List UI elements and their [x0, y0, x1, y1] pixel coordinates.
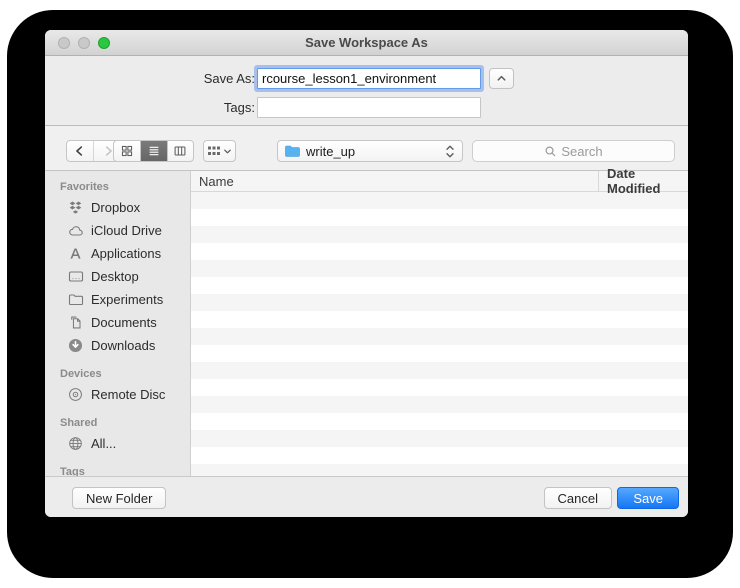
list-body — [191, 192, 688, 476]
folder-select[interactable]: write_up — [277, 140, 463, 162]
expand-dialog-button[interactable] — [489, 68, 514, 89]
screenshot-stage: Save Workspace As Save As: Tags: — [0, 0, 740, 588]
zoom-button[interactable] — [98, 36, 110, 49]
list-view-icon — [147, 144, 161, 158]
globe-icon — [67, 435, 84, 452]
column-view-icon — [173, 144, 187, 158]
tags-label: Tags: — [223, 100, 255, 115]
form-area: Save As: Tags: — [45, 56, 688, 125]
view-switcher — [113, 140, 194, 162]
save-button[interactable]: Save — [617, 487, 679, 509]
sidebar-item-label: Applications — [91, 246, 162, 261]
sidebar-item-label: Experiments — [91, 292, 164, 307]
group-view-icon — [207, 145, 221, 157]
sidebar-section-shared: Shared — [60, 417, 98, 429]
sidebar-item-label: iCloud Drive — [91, 223, 162, 238]
search-icon — [544, 145, 557, 158]
window-title: Save Workspace As — [305, 35, 428, 50]
close-button[interactable] — [58, 36, 70, 49]
back-button[interactable] — [67, 141, 94, 161]
footer-bar: New Folder Cancel Save — [45, 476, 688, 517]
sidebar-item-all[interactable]: All... — [45, 432, 190, 455]
save-as-label: Save As: — [203, 71, 255, 86]
chevron-up-icon — [495, 72, 508, 85]
content: Favorites Dropbox iCloud Drive Applicati… — [45, 166, 688, 476]
new-folder-button[interactable]: New Folder — [72, 487, 167, 509]
title-bar[interactable]: Save Workspace As — [45, 30, 688, 56]
cancel-button[interactable]: Cancel — [543, 487, 612, 509]
file-list: Name Date Modified — [191, 166, 688, 476]
sidebar-section-devices: Devices — [60, 368, 102, 380]
sidebar-item-desktop[interactable]: Desktop — [45, 265, 190, 288]
sidebar-section-favorites: Favorites — [60, 181, 109, 193]
dropbox-icon — [67, 199, 84, 216]
sidebar-item-documents[interactable]: Documents — [45, 311, 190, 334]
sidebar-item-label: Remote Disc — [91, 387, 166, 402]
sidebar: Favorites Dropbox iCloud Drive Applicati… — [45, 171, 191, 476]
folder-icon — [67, 291, 84, 308]
grid-view-icon — [120, 144, 134, 158]
list-header: Name Date Modified — [191, 166, 688, 196]
cloud-icon — [67, 222, 84, 239]
sidebar-item-experiments[interactable]: Experiments — [45, 288, 190, 311]
sidebar-item-label: Documents — [91, 315, 157, 330]
column-view-button[interactable] — [166, 141, 193, 161]
sidebar-item-label: All... — [91, 436, 117, 451]
sidebar-section-tags: Tags — [60, 466, 85, 476]
minimize-button[interactable] — [78, 36, 90, 49]
search-placeholder: Search — [561, 143, 603, 159]
sidebar-item-label: Dropbox — [91, 200, 141, 215]
disc-icon — [67, 386, 84, 403]
sidebar-item-icloud-drive[interactable]: iCloud Drive — [45, 219, 190, 242]
search-field[interactable]: Search — [472, 140, 675, 162]
chevron-left-icon — [73, 144, 87, 158]
sidebar-item-downloads[interactable]: Downloads — [45, 334, 190, 357]
arrange-button[interactable] — [203, 140, 236, 162]
traffic-lights — [58, 36, 110, 49]
folder-select-value: write_up — [306, 143, 356, 159]
sidebar-item-applications[interactable]: Applications — [45, 242, 190, 265]
toolbar: write_up Search — [45, 125, 688, 170]
updown-chevrons-icon — [444, 144, 456, 159]
document-icon — [67, 314, 84, 331]
sidebar-item-remote-disc[interactable]: Remote Disc — [45, 383, 190, 406]
desktop-icon — [67, 268, 84, 285]
icon-view-button[interactable] — [114, 141, 140, 161]
sidebar-item-label: Desktop — [91, 269, 139, 284]
applications-icon — [67, 245, 84, 262]
tags-input[interactable] — [257, 97, 481, 118]
downloads-icon — [67, 337, 84, 354]
chevron-down-icon — [223, 147, 232, 156]
sidebar-item-dropbox[interactable]: Dropbox — [45, 196, 190, 219]
folder-icon — [284, 144, 301, 158]
sidebar-item-label: Downloads — [91, 338, 156, 353]
save-dialog-window: Save Workspace As Save As: Tags: — [45, 30, 688, 517]
list-view-button[interactable] — [140, 141, 167, 161]
column-header-name[interactable]: Name — [191, 174, 234, 189]
column-header-date-modified[interactable]: Date Modified — [598, 166, 688, 196]
save-as-input[interactable] — [257, 68, 481, 89]
